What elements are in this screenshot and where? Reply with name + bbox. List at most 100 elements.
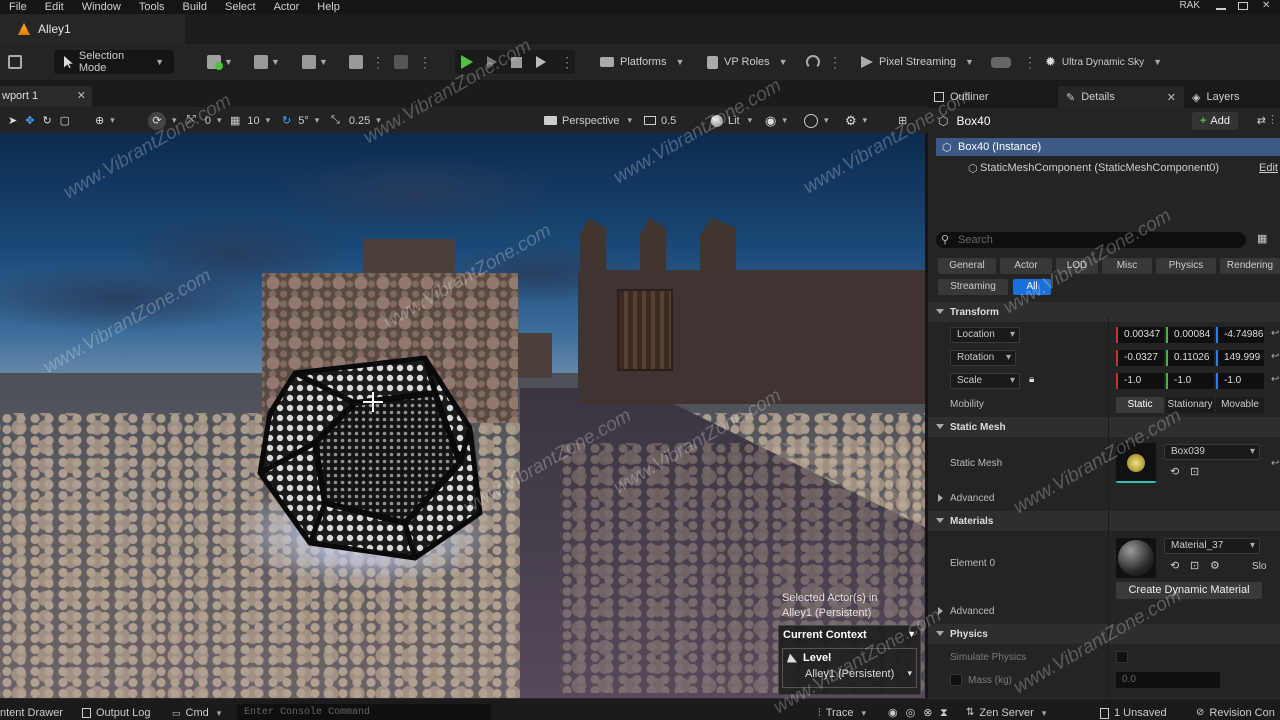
vp-roles-dropdown[interactable]: VP Roles ▼ [707, 50, 788, 74]
location-z-field[interactable]: -4.74986 [1216, 327, 1264, 343]
record-icon[interactable]: ◉ [888, 702, 898, 720]
content-drawer-button[interactable]: ntent Drawer [0, 699, 63, 720]
transform-section[interactable]: Transform [928, 302, 1280, 322]
performance-dropdown[interactable]: ▾ [804, 112, 829, 129]
output-log-button[interactable]: Output Log [82, 699, 150, 720]
add-component-button[interactable]: + Add [1191, 112, 1238, 130]
materials-section[interactable]: Materials [928, 511, 1280, 531]
pixel-streaming-dropdown[interactable]: Pixel Streaming ▼ [861, 50, 974, 74]
stop-icon[interactable] [511, 56, 522, 68]
material-thumbnail[interactable] [1116, 538, 1156, 578]
filter-streaming[interactable]: Streaming [938, 279, 1008, 295]
location-y-field[interactable]: 0.00084 [1166, 327, 1214, 343]
scale-tool-icon[interactable]: ▢ [60, 114, 70, 127]
angle-snap-dropdown[interactable]: ↻ 5° ▾ [282, 112, 319, 129]
location-x-field[interactable]: 0.00347 [1116, 327, 1164, 343]
unsaved-button[interactable]: 1 Unsaved [1100, 699, 1167, 720]
mass-field[interactable]: 0.0 [1116, 672, 1220, 688]
console-input[interactable]: Enter Console Command [237, 704, 491, 720]
grid-snap-dropdown[interactable]: ▦ 10 ▾ [230, 112, 270, 129]
scale-z-field[interactable]: -1.0 [1216, 373, 1264, 389]
snapshot-icon[interactable]: ◎ [906, 702, 916, 720]
mobility-static[interactable]: Static [1116, 397, 1164, 413]
select-tool-icon[interactable]: ➤ [8, 114, 17, 127]
material-dropdown[interactable]: Material_37 [1164, 538, 1260, 554]
revision-control-button[interactable]: ⊘ Revision Con [1196, 699, 1275, 720]
rotate-tool-icon[interactable]: ↻ [42, 114, 51, 127]
menu-window[interactable]: Window [73, 1, 130, 13]
current-context-header[interactable]: Current Context ▼ [779, 626, 920, 644]
ultra-dynamic-sky-dropdown[interactable]: ✹ Ultra Dynamic Sky ▼ [1045, 50, 1162, 74]
save-icon[interactable] [8, 50, 22, 74]
actor-name[interactable]: Box40 [956, 114, 990, 128]
reset-arrow-icon[interactable]: ↩ [1271, 351, 1279, 362]
filter-lod[interactable]: LOD [1056, 258, 1098, 274]
location-dropdown[interactable]: Location [950, 327, 1020, 343]
move-tool-icon[interactable]: ✥ [25, 114, 34, 127]
play-icon[interactable] [461, 55, 473, 69]
blueprint-button[interactable]: ▼ [254, 50, 280, 74]
filter-misc[interactable]: Misc [1102, 258, 1152, 274]
eject-icon[interactable] [536, 56, 546, 68]
menu-actor[interactable]: Actor [265, 1, 309, 13]
browse-arrow-icon[interactable]: ⟲ [1170, 465, 1179, 478]
viewport-settings-dropdown[interactable]: ⚙ ▾ [845, 112, 867, 129]
mobility-stationary[interactable]: Stationary [1166, 397, 1214, 413]
modeling-tools-button[interactable] [394, 50, 408, 74]
close-tab-icon[interactable]: ✕ [1167, 91, 1176, 104]
level-viewport[interactable]: Selected Actor(s) in Alley1 (Persistent)… [0, 133, 925, 698]
menu-select[interactable]: Select [216, 1, 265, 13]
reset-arrow-icon[interactable]: ↩ [1271, 458, 1279, 469]
rotation-dropdown[interactable]: Rotation [950, 350, 1016, 366]
derived-data-button[interactable]: ⧗ [940, 699, 948, 720]
filter-rendering[interactable]: Rendering [1220, 258, 1280, 274]
create-dynamic-material-button[interactable]: Create Dynamic Material [1116, 582, 1262, 599]
details-search-input[interactable]: ⚲ Search [936, 232, 1246, 248]
trace-dropdown[interactable]: ⫶ Trace ▾ [818, 699, 866, 720]
menu-help[interactable]: Help [308, 1, 349, 13]
layout-button[interactable]: ⊞ [898, 112, 907, 129]
filter-general[interactable]: General [938, 258, 996, 274]
cinematics-button[interactable]: ▼ [302, 50, 328, 74]
cmd-dropdown[interactable]: ▭ Cmd ▾ [172, 699, 221, 720]
more-options-icon[interactable]: ⋮ [560, 54, 574, 71]
materials-advanced[interactable]: Advanced [928, 601, 1280, 621]
scale-snap-dropdown[interactable]: ⤡ 0.25 ▾ [331, 112, 381, 129]
blueprint-convert-icon[interactable]: ⇄ [1257, 114, 1266, 127]
edit-link[interactable]: Edit [1259, 162, 1278, 174]
add-actor-button[interactable]: ▼ [207, 50, 233, 74]
static-mesh-dropdown[interactable]: Box039 [1164, 444, 1260, 460]
menu-edit[interactable]: Edit [36, 1, 73, 13]
rotation-snap-dropdown[interactable]: ⤲ 0 ▾ [187, 112, 221, 129]
table-view-icon[interactable]: ▦ [1257, 232, 1267, 245]
browse-folder-icon[interactable]: ⊡ [1190, 465, 1199, 478]
mobility-movable[interactable]: Movable [1216, 397, 1264, 413]
maximize-icon[interactable] [1238, 2, 1248, 10]
lock-icon[interactable]: 🔒︎ [1029, 374, 1034, 385]
rotation-x-field[interactable]: -0.0327 [1116, 350, 1164, 366]
show-flags-dropdown[interactable]: ◉ ▾ [765, 112, 787, 129]
static-mesh-section[interactable]: Static Mesh [928, 417, 1280, 437]
platforms-dropdown[interactable]: Platforms ▼ [600, 50, 684, 74]
modeling-options[interactable]: ⋮ [418, 50, 432, 74]
level-tab[interactable]: Alley1 [0, 14, 185, 44]
tab-outliner[interactable]: Outliner [934, 86, 989, 108]
surface-snapping-button[interactable]: ⟳ ▾ [148, 111, 177, 130]
stop-trace-icon[interactable]: ⊗ [923, 702, 932, 720]
more-options-icon[interactable]: ⋮ [1267, 113, 1278, 126]
static-mesh-advanced[interactable]: Advanced [928, 488, 1280, 508]
menu-build[interactable]: Build [174, 1, 216, 13]
menu-tools[interactable]: Tools [130, 1, 174, 13]
viewport-tab[interactable]: wport 1 ✕ [0, 86, 92, 107]
scale-dropdown[interactable]: Scale [950, 373, 1020, 389]
reset-arrow-icon[interactable]: ↩ [1271, 374, 1279, 385]
mass-override-checkbox[interactable] [950, 674, 962, 686]
lantern-mesh[interactable] [255, 353, 487, 563]
filter-actor[interactable]: Actor [1000, 258, 1052, 274]
perspective-dropdown[interactable]: Perspective ▾ [544, 112, 632, 129]
static-mesh-thumbnail[interactable] [1116, 443, 1156, 483]
tab-details[interactable]: ✎ Details ✕ [1058, 86, 1184, 108]
browse-folder-icon[interactable]: ⊡ [1190, 559, 1199, 572]
minimize-icon[interactable] [1216, 2, 1226, 10]
simulate-physics-checkbox[interactable] [1116, 651, 1128, 663]
